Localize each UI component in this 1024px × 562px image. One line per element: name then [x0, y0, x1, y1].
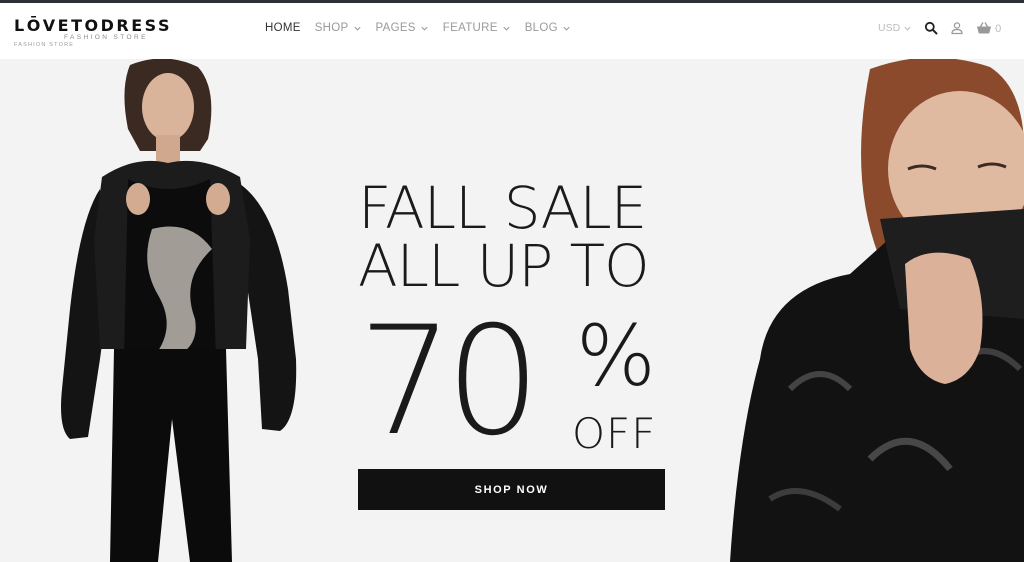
model-left-image — [61, 59, 297, 562]
nav-home[interactable]: HOME — [265, 22, 301, 34]
hero-banner: FALL SALE ALL UP TO 70 % OFF SHOP NOW — [0, 59, 1024, 562]
promo-off-text: OFF — [572, 409, 657, 458]
chevron-down-icon — [421, 26, 428, 31]
nav-feature[interactable]: FEATURE — [443, 22, 511, 34]
nav-pages[interactable]: PAGES — [376, 22, 429, 34]
nav-feature-label: FEATURE — [442, 22, 498, 34]
promo-line-2: ALL UP TO — [358, 232, 650, 300]
cart-button[interactable]: 0 — [976, 21, 1001, 35]
promo-text-block: FALL SALE ALL UP TO 70 % OFF — [358, 174, 668, 457]
nav-shop[interactable]: SHOP — [315, 22, 362, 34]
nav-blog[interactable]: BLOG — [525, 22, 571, 34]
cart-count: 0 — [995, 23, 1002, 35]
search-icon[interactable] — [924, 21, 938, 35]
chevron-down-icon — [503, 26, 510, 31]
currency-label: USD — [878, 22, 901, 34]
nav-shop-label: SHOP — [314, 22, 349, 34]
user-icon[interactable] — [950, 21, 964, 35]
promo-big-number: 70 — [358, 295, 541, 469]
shop-now-button[interactable]: SHOP NOW — [358, 469, 665, 510]
chevron-down-icon — [353, 26, 361, 31]
header-tools: USD 0 — [878, 21, 1001, 35]
nav-blog-label: BLOG — [524, 22, 558, 34]
logo-text: LŌVETODRESS — [14, 16, 172, 35]
nav-pages-label: PAGES — [375, 22, 416, 34]
logo-tagline-small: FASHION STORE — [14, 42, 75, 48]
logo-tagline: FASHION STORE — [64, 34, 148, 41]
main-nav: HOME SHOP PAGES FEATURE BLOG — [265, 22, 571, 34]
basket-icon — [977, 22, 992, 34]
chevron-down-icon — [904, 26, 911, 31]
promo-percent-sign: % — [576, 307, 656, 405]
site-header: LŌVETODRESS FASHION STORE FASHION STORE … — [0, 3, 1024, 59]
nav-home-label: HOME — [265, 22, 301, 34]
promo-line-1: FALL SALE — [358, 174, 647, 242]
currency-selector[interactable]: USD — [878, 22, 912, 34]
chevron-down-icon — [563, 26, 570, 31]
model-right-image — [730, 59, 1024, 562]
brand-logo[interactable]: LŌVETODRESS FASHION STORE FASHION STORE — [14, 16, 172, 53]
